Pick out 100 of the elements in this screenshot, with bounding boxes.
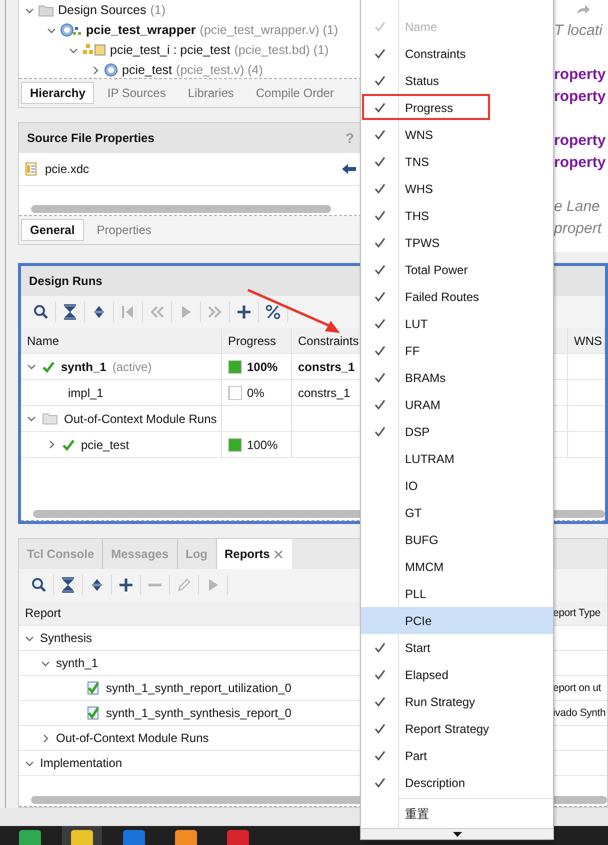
code-line: roperty	[554, 153, 607, 173]
chevron-down-icon[interactable]	[69, 46, 78, 54]
run-name[interactable]: pcie_test	[81, 438, 130, 452]
report-name[interactable]: synth_1_synth_synthesis_report_0	[106, 706, 292, 720]
chevron-down-icon[interactable]	[41, 658, 50, 668]
menu-item[interactable]: LUT	[361, 310, 553, 337]
panel-tab[interactable]: Properties	[88, 219, 160, 241]
node-label[interactable]: pcie_test_wrapper	[86, 23, 196, 37]
checkmark-icon	[42, 360, 55, 372]
report-check-icon	[87, 706, 100, 720]
menu-item[interactable]: BUFG	[361, 526, 553, 553]
menu-item[interactable]: Start	[361, 634, 553, 661]
panel-title: Design Runs	[29, 274, 102, 288]
group-label[interactable]: Out-of-Context Module Runs	[56, 731, 209, 745]
panel-tab[interactable]: Compile Order	[246, 82, 343, 104]
group-label[interactable]: Implementation	[40, 756, 122, 770]
node-label[interactable]: Design Sources	[58, 3, 146, 17]
menu-item[interactable]: Description	[361, 769, 553, 796]
progress-value: 100%	[247, 438, 278, 452]
panel-tab[interactable]: General	[21, 219, 84, 241]
file-name: pcie.xdc	[45, 162, 90, 176]
node-label[interactable]: pcie_test	[122, 63, 172, 77]
run-name[interactable]: synth_1	[61, 360, 106, 374]
menu-item[interactable]: TPWS	[361, 229, 553, 256]
column-header[interactable]: eport Type	[550, 601, 607, 625]
column-header[interactable]: Progress	[222, 328, 292, 353]
scrollbar[interactable]	[19, 202, 362, 216]
panel-tab[interactable]: Hierarchy	[21, 82, 94, 104]
menu-item[interactable]: Run Strategy	[361, 688, 553, 715]
chevron-down-icon[interactable]	[25, 6, 34, 14]
left-arrow-icon[interactable]	[342, 164, 356, 174]
menu-item[interactable]: FF	[361, 337, 553, 364]
menu-item[interactable]: Elapsed	[361, 661, 553, 688]
checkmark-icon	[62, 438, 75, 450]
node-label[interactable]: pcie_test_i : pcie_test	[110, 43, 230, 57]
chevron-right-icon[interactable]	[41, 734, 50, 742]
folder-icon	[42, 412, 58, 425]
panel-tab[interactable]: Reports	[216, 539, 292, 569]
menu-item[interactable]: URAM	[361, 391, 553, 418]
folder-icon	[38, 4, 54, 16]
code-line: roperty	[554, 131, 607, 151]
progress-value: 100%	[247, 360, 278, 374]
menu-item[interactable]: GT	[361, 499, 553, 526]
menu-item[interactable]: Status	[361, 67, 553, 94]
column-header[interactable]: WNS	[568, 328, 605, 353]
block-design-icon	[82, 43, 106, 57]
menu-item[interactable]: WHS	[361, 175, 553, 202]
node-info: (pcie_test_wrapper.v) (1)	[200, 23, 338, 37]
module-hierarchy-icon	[60, 23, 82, 37]
group-label[interactable]: synth_1	[56, 656, 98, 670]
run-name[interactable]: impl_1	[68, 386, 104, 400]
menu-item[interactable]: PLL	[361, 580, 553, 607]
menu-item[interactable]: PCIe	[361, 607, 553, 634]
menu-item[interactable]: 重置	[361, 801, 553, 828]
menu-item[interactable]: Report Strategy	[361, 715, 553, 742]
menu-item[interactable]: TNS	[361, 148, 553, 175]
menu-item[interactable]: WNS	[361, 121, 553, 148]
menu-item[interactable]: IO	[361, 472, 553, 499]
report-type: eport on ut	[553, 682, 602, 694]
code-comment: T locati	[554, 21, 604, 41]
code-line: roperty	[554, 65, 607, 85]
constraints-file-icon	[25, 162, 37, 176]
constraints-value: constrs_1	[298, 360, 355, 374]
menu-item[interactable]: Constraints	[361, 40, 553, 67]
menu-item[interactable]: THS	[361, 202, 553, 229]
chevron-down-icon[interactable]	[25, 634, 34, 642]
code-comment: propert	[554, 219, 603, 239]
chevron-down-icon[interactable]	[27, 362, 36, 371]
close-icon[interactable]	[274, 550, 283, 558]
menu-item[interactable]: MMCM	[361, 553, 553, 580]
report-check-icon	[87, 681, 100, 695]
group-label[interactable]: Synthesis	[40, 631, 92, 645]
caret-down-icon	[452, 832, 462, 836]
chevron-right-icon[interactable]	[91, 66, 100, 74]
panel-tab[interactable]: IP Sources	[98, 82, 175, 104]
module-icon	[104, 63, 118, 77]
menu-item[interactable]: Progress	[361, 94, 553, 121]
run-status: (active)	[112, 360, 152, 374]
node-info: (1)	[150, 3, 166, 17]
chevron-down-icon[interactable]	[27, 414, 36, 423]
menu-item[interactable]: Total Power	[361, 256, 553, 283]
constraints-value: constrs_1	[298, 386, 350, 400]
menu-item[interactable]: BRAMs	[361, 364, 553, 391]
menu-item[interactable]: Part	[361, 742, 553, 769]
column-header[interactable]: Name	[21, 328, 222, 353]
menu-item[interactable]: DSP	[361, 418, 553, 445]
chevron-right-icon[interactable]	[47, 440, 56, 449]
node-info: (pcie_test.v) (4)	[176, 63, 263, 77]
panel-title: Source File Properties	[27, 131, 154, 145]
progress-value: 0%	[247, 386, 264, 400]
code-comment: e Lane	[554, 197, 601, 217]
group-label[interactable]: Out-of-Context Module Runs	[64, 412, 217, 426]
report-name[interactable]: synth_1_synth_report_utilization_0	[106, 681, 292, 695]
chevron-down-icon[interactable]	[25, 758, 34, 768]
node-info: (pcie_test.bd) (1)	[234, 43, 329, 57]
panel-tab[interactable]: Libraries	[178, 82, 243, 104]
menu-item[interactable]: Failed Routes	[361, 283, 553, 310]
code-line: roperty	[554, 87, 607, 107]
menu-item[interactable]: LUTRAM	[361, 445, 553, 472]
chevron-down-icon[interactable]	[47, 26, 56, 34]
